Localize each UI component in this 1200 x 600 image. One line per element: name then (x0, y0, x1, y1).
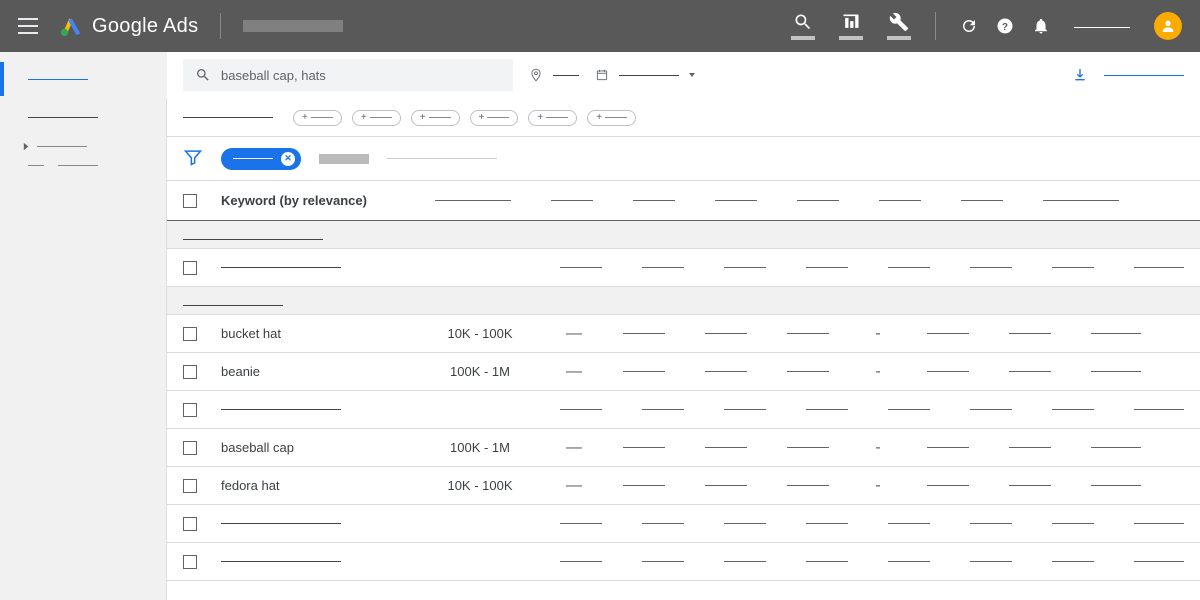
row-checkbox[interactable] (183, 555, 197, 569)
refine-chip-4[interactable]: + (528, 110, 577, 126)
select-all-checkbox[interactable] (183, 194, 197, 208)
search-toolbar (167, 52, 1200, 99)
remove-filter-icon[interactable]: ✕ (281, 152, 295, 166)
volume-cell: 100K - 1M (435, 364, 525, 379)
download-icon[interactable] (1072, 67, 1088, 83)
refine-label (183, 117, 273, 118)
header-search-button[interactable] (791, 12, 815, 40)
location-icon (529, 68, 543, 82)
user-email (1074, 27, 1130, 28)
active-filter-pill[interactable]: ✕ (221, 148, 301, 170)
refine-chip-5[interactable]: + (587, 110, 636, 126)
sidebar-item-1[interactable] (0, 98, 167, 136)
user-avatar[interactable] (1154, 12, 1182, 40)
col-8[interactable] (1043, 200, 1119, 201)
filter-row: ✕ (167, 137, 1200, 181)
row-checkbox[interactable] (183, 479, 197, 493)
refine-chip-2[interactable]: + (411, 110, 460, 126)
refine-chip-1[interactable]: + (352, 110, 401, 126)
row-checkbox[interactable] (183, 441, 197, 455)
table-row[interactable]: fedora hat10K - 100K—- (167, 467, 1200, 505)
help-icon[interactable]: ? (996, 17, 1014, 35)
col-6[interactable] (879, 200, 921, 201)
table-row[interactable]: beanie100K - 1M—- (167, 353, 1200, 391)
filter-badge (319, 154, 369, 164)
refine-row: + + + + + + (167, 99, 1200, 137)
calendar-icon (595, 68, 609, 82)
volume-cell: 10K - 100K (435, 326, 525, 341)
refine-chip-0[interactable]: + (293, 110, 342, 126)
keyword-cell: baseball cap (221, 440, 411, 455)
refine-chip-3[interactable]: + (470, 110, 519, 126)
keyword-cell (221, 409, 408, 410)
sidebar-expand[interactable] (0, 136, 167, 157)
menu-icon[interactable] (18, 18, 38, 34)
keyword-table: Keyword (by relevance) (167, 181, 1200, 600)
sidebar-nested[interactable] (0, 165, 167, 166)
search-input[interactable] (221, 68, 501, 83)
date-selector[interactable] (595, 68, 695, 82)
col-5[interactable] (797, 200, 839, 201)
col-1[interactable] (435, 200, 511, 201)
keyword-cell: bucket hat (221, 326, 411, 341)
keyword-cell: fedora hat (221, 478, 411, 493)
col-2[interactable] (551, 200, 593, 201)
location-selector[interactable] (529, 68, 579, 82)
row-checkbox[interactable] (183, 403, 197, 417)
col-keyword[interactable]: Keyword (by relevance) (221, 193, 411, 208)
row-checkbox[interactable] (183, 261, 197, 275)
search-icon (195, 67, 211, 83)
filter-icon[interactable] (183, 147, 203, 170)
brand-block: Google Ads (60, 15, 198, 38)
notifications-icon[interactable] (1032, 17, 1050, 35)
table-row[interactable]: baseball cap100K - 1M—- (167, 429, 1200, 467)
volume-cell: 10K - 100K (435, 478, 525, 493)
ads-logo-icon (60, 15, 82, 37)
row-checkbox[interactable] (183, 365, 197, 379)
keyword-cell (221, 561, 408, 562)
svg-text:?: ? (1002, 22, 1008, 33)
section-provided (167, 221, 1200, 249)
table-row[interactable] (167, 505, 1200, 543)
table-header: Keyword (by relevance) (167, 181, 1200, 221)
app-header: Google Ads ? (0, 0, 1200, 52)
download-link[interactable] (1104, 75, 1184, 76)
table-row[interactable] (167, 543, 1200, 581)
provided-row[interactable] (167, 249, 1200, 287)
refresh-icon[interactable] (960, 17, 978, 35)
header-tools-button[interactable] (887, 12, 911, 40)
section-ideas (167, 287, 1200, 315)
table-row[interactable]: bucket hat10K - 100K—- (167, 315, 1200, 353)
col-4[interactable] (715, 200, 757, 201)
account-name[interactable] (243, 20, 343, 32)
add-filter[interactable] (387, 158, 497, 159)
row-checkbox[interactable] (183, 327, 197, 341)
keyword-cell (221, 523, 408, 524)
table-row[interactable] (167, 391, 1200, 429)
col-7[interactable] (961, 200, 1003, 201)
keyword-search[interactable] (183, 59, 513, 91)
volume-cell: 100K - 1M (435, 440, 525, 455)
keyword-cell: beanie (221, 364, 411, 379)
header-reports-button[interactable] (839, 12, 863, 40)
left-sidebar (0, 52, 167, 600)
row-checkbox[interactable] (183, 517, 197, 531)
brand-text: Google Ads (92, 15, 198, 38)
col-3[interactable] (633, 200, 675, 201)
sidebar-item-0[interactable] (0, 60, 167, 98)
